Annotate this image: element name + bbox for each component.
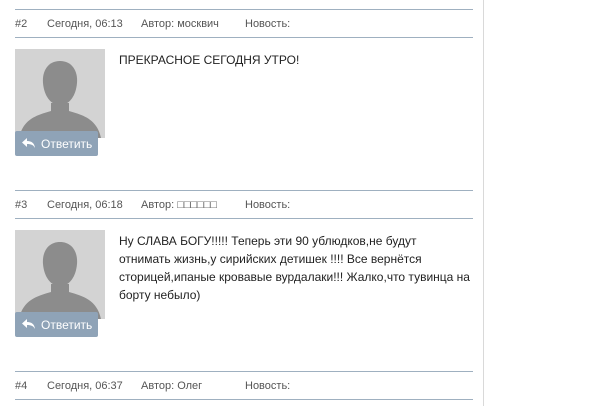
comment-number[interactable]: #3 (15, 199, 27, 211)
user-silhouette-icon (15, 49, 105, 138)
reply-button[interactable]: Ответить (15, 312, 98, 337)
comment-news-label: Новость: (245, 380, 291, 392)
comment-body: ПРЕКРАСНОЕ СЕГОДНЯ УТРО! (15, 38, 473, 138)
reply-button-label: Ответить (41, 137, 93, 151)
comment-meta: #3 Сегодня, 06:18 Автор: □□□□□□ Новость: (15, 190, 473, 219)
comment-text: ПРЕКРАСНОЕ СЕГОДНЯ УТРО! (119, 53, 300, 67)
avatar (15, 230, 105, 319)
comment-date: Сегодня, 06:37 (47, 380, 123, 392)
comment-date: Сегодня, 06:18 (47, 199, 123, 211)
avatar (15, 49, 105, 138)
comment-number[interactable]: #4 (15, 380, 27, 392)
comment-date: Сегодня, 06:13 (47, 18, 123, 30)
comment-3: #3 Сегодня, 06:18 Автор: □□□□□□ Новость:… (15, 190, 473, 337)
comment-2: #2 Сегодня, 06:13 Автор: москвич Новость… (15, 9, 473, 156)
comment-meta: #2 Сегодня, 06:13 Автор: москвич Новость… (15, 9, 473, 38)
comment-author: Автор: □□□□□□ (141, 199, 218, 211)
comment-news-label: Новость: (245, 18, 291, 30)
reply-arrow-icon (22, 138, 35, 148)
comment-text: Ну СЛАВА БОГУ!!!!! Теперь эти 90 ублюдко… (119, 234, 470, 302)
comment-meta: #4 Сегодня, 06:37 Автор: Олег Новость: (15, 371, 473, 400)
comments-page: #2 Сегодня, 06:13 Автор: москвич Новость… (0, 0, 614, 406)
comment-4: #4 Сегодня, 06:37 Автор: Олег Новость: (15, 371, 473, 400)
comment-author: Автор: Олег (141, 380, 203, 392)
comment-body: Ну СЛАВА БОГУ!!!!! Теперь эти 90 ублюдко… (15, 219, 473, 319)
reply-button-label: Ответить (41, 318, 93, 332)
comment-author: Автор: москвич (141, 18, 219, 30)
reply-button[interactable]: Ответить (15, 131, 98, 156)
comment-number[interactable]: #2 (15, 18, 27, 30)
user-silhouette-icon (15, 230, 105, 319)
comment-news-label: Новость: (245, 199, 291, 211)
reply-arrow-icon (22, 319, 35, 329)
content-border (483, 0, 484, 406)
